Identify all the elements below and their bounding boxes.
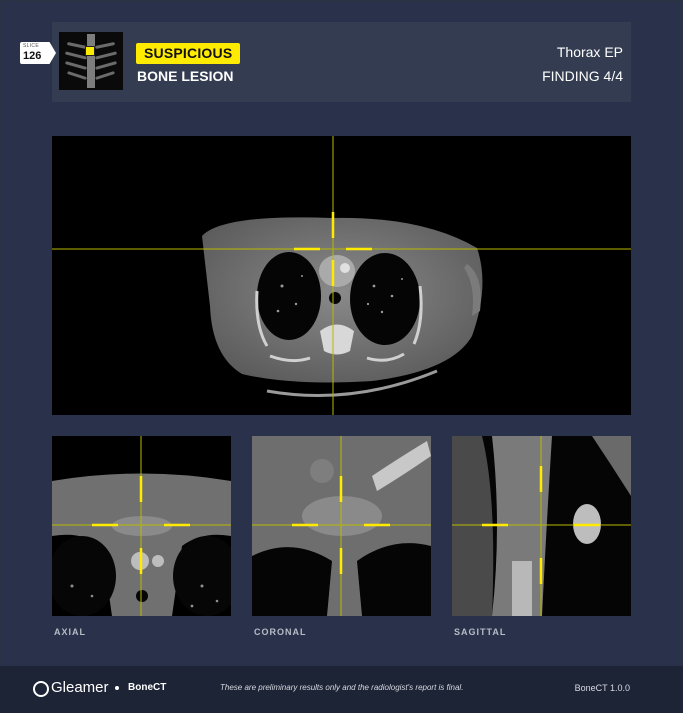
localizer-thumbnail[interactable] xyxy=(59,32,123,90)
thumbnail-spine xyxy=(87,34,95,88)
coronal-ct-image xyxy=(252,436,431,616)
product-name: BoneCT xyxy=(128,682,167,693)
main-viewport[interactable] xyxy=(52,136,631,415)
thumbnail-rib xyxy=(94,51,118,60)
slice-number: 126 xyxy=(23,50,42,62)
disclaimer-text: These are preliminary results only and t… xyxy=(220,683,464,692)
thumbnail-rib xyxy=(95,70,115,81)
thumbnail-rib xyxy=(95,61,117,70)
coronal-viewport[interactable] xyxy=(252,436,431,616)
status-badge: SUSPICIOUS xyxy=(136,43,241,64)
main-ct-image xyxy=(52,136,631,415)
sagittal-ct-image xyxy=(452,436,631,616)
axial-ct-image xyxy=(52,436,231,616)
coronal-label: CORONAL xyxy=(254,627,307,637)
slice-tag-icon: SLICE 126 xyxy=(20,42,56,64)
axial-label: AXIAL xyxy=(54,627,86,637)
sagittal-viewport[interactable] xyxy=(452,436,631,616)
footer: Gleamer BoneCT These are preliminary res… xyxy=(0,666,683,713)
finding-type: BONE LESION xyxy=(137,68,234,84)
separator-dot xyxy=(115,686,119,690)
study-name: Thorax EP xyxy=(556,44,623,60)
finding-counter[interactable]: FINDING 4/4 xyxy=(542,68,623,84)
version-label: BoneCT 1.0.0 xyxy=(574,683,630,693)
thumbnail-rib xyxy=(64,51,88,60)
thumbnail-rib xyxy=(65,61,87,70)
thumbnail-rib xyxy=(67,70,87,81)
axial-viewport[interactable] xyxy=(52,436,231,616)
brand-name: Gleamer xyxy=(51,679,109,696)
thumbnail-rib xyxy=(94,41,116,50)
gleamer-logo-icon xyxy=(33,681,49,697)
lesion-marker xyxy=(85,46,95,56)
sagittal-label: SAGITTAL xyxy=(454,627,507,637)
slice-label: SLICE xyxy=(23,43,39,49)
